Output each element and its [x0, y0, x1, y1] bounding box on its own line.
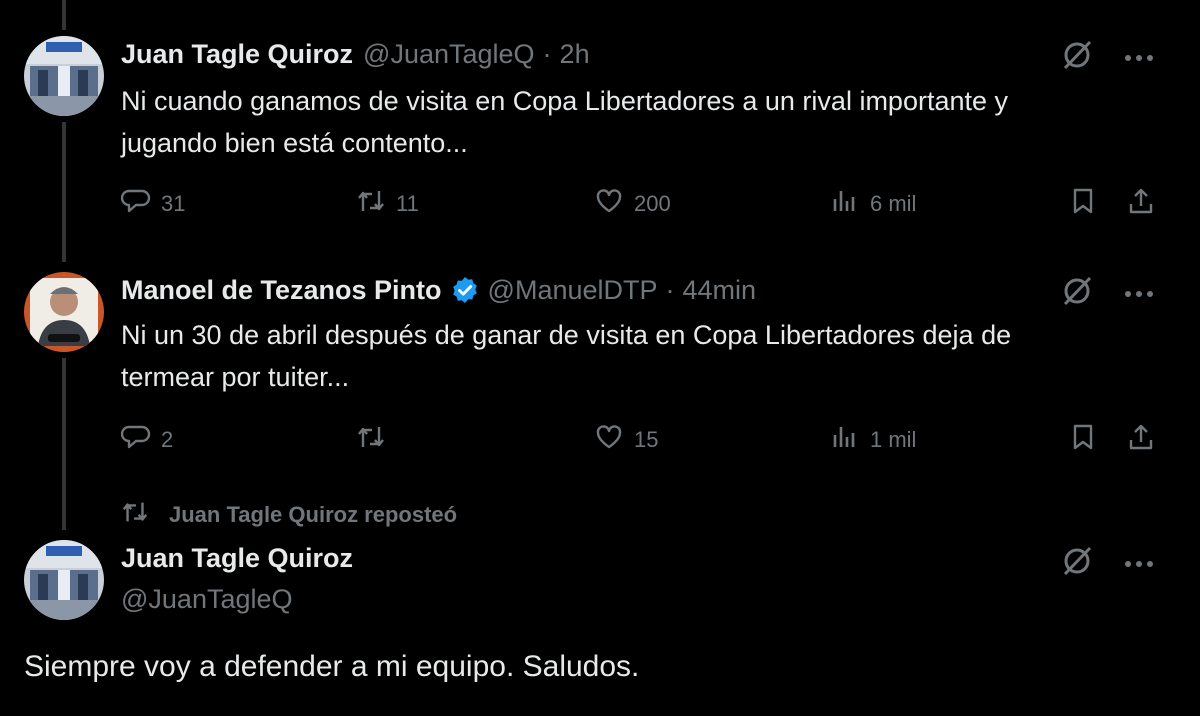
separator-dot: · — [665, 275, 675, 305]
author-handle[interactable]: @JuanTagleQ — [121, 584, 293, 615]
thread-line-top — [62, 0, 66, 30]
tweet-text-line: Ni un 30 de abril después de ganar de vi… — [121, 320, 1012, 350]
separator-dot: · — [542, 39, 552, 69]
repost-button[interactable]: 11 — [356, 186, 419, 222]
tweet-top-icons — [1060, 274, 1154, 313]
main-tweet-text: Siempre voy a defender a mi equipo. Salu… — [24, 650, 640, 683]
bookmark-icon — [1068, 186, 1098, 222]
bookmark-button[interactable] — [1068, 186, 1098, 222]
tweet-header: Manoel de Tezanos Pinto @ManuelDTP · 44m… — [121, 274, 756, 306]
author-name[interactable]: Manoel de Tezanos Pinto — [121, 274, 442, 306]
verified-badge-icon[interactable] — [450, 275, 480, 305]
views-button[interactable]: 6 mil — [830, 186, 916, 222]
tweet-actions: 2 15 1 mil — [120, 422, 1166, 462]
share-button[interactable] — [1126, 422, 1156, 458]
like-icon — [594, 422, 624, 458]
tweet-header: Juan Tagle Quiroz @JuanTagleQ · 2h — [121, 38, 590, 70]
views-icon — [830, 422, 860, 458]
views-icon — [830, 186, 860, 222]
timestamp[interactable]: 2h — [560, 38, 590, 70]
bookmark-icon — [1068, 422, 1098, 458]
more-icon[interactable] — [1124, 555, 1154, 573]
views-button[interactable]: 1 mil — [830, 422, 916, 458]
grok-icon[interactable] — [1060, 274, 1094, 313]
like-button[interactable]: 15 — [594, 422, 658, 458]
author-handle[interactable]: @ManuelDTP — [488, 274, 658, 306]
thread-line-bottom — [62, 358, 66, 530]
author-name[interactable]: Juan Tagle Quiroz — [121, 542, 353, 574]
share-button[interactable] — [1126, 186, 1156, 222]
repost-icon — [356, 422, 386, 458]
grok-icon[interactable] — [1060, 38, 1094, 77]
repost-icon — [121, 498, 149, 532]
bookmark-button[interactable] — [1068, 422, 1098, 458]
share-icon — [1126, 186, 1156, 222]
more-icon[interactable] — [1124, 285, 1154, 303]
tweet-actions: 31 11 200 6 mil — [120, 186, 1166, 226]
thread-line-middle — [62, 122, 66, 262]
like-count: 15 — [634, 427, 659, 452]
timestamp[interactable]: 44min — [683, 274, 757, 306]
reply-button[interactable]: 2 — [120, 422, 174, 458]
like-button[interactable]: 200 — [594, 186, 671, 222]
reply-count: 31 — [161, 191, 186, 216]
repost-banner-text: Juan Tagle Quiroz reposteó — [169, 502, 458, 527]
tweet-text-line: termear por tuiter... — [121, 362, 350, 392]
tweet-top-icons — [1060, 544, 1154, 583]
author-handle[interactable]: @JuanTagleQ — [363, 38, 535, 70]
avatar[interactable] — [24, 540, 104, 620]
repost-banner[interactable]: Juan Tagle Quiroz reposteó — [121, 498, 457, 532]
avatar[interactable] — [24, 36, 104, 116]
reply-icon — [120, 422, 151, 458]
tweet-text: Ni cuando ganamos de visita en Copa Libe… — [121, 80, 1161, 164]
like-count: 200 — [634, 191, 671, 216]
repost-icon — [356, 186, 386, 222]
author-name[interactable]: Juan Tagle Quiroz — [121, 38, 353, 70]
reply-count: 2 — [161, 427, 174, 452]
like-icon — [594, 186, 624, 222]
tweet-top-icons — [1060, 38, 1154, 77]
reply-button[interactable]: 31 — [120, 186, 186, 222]
views-count: 6 mil — [870, 191, 917, 216]
tweet-text-line: Ni cuando ganamos de visita en Copa Libe… — [121, 86, 1009, 116]
grok-icon[interactable] — [1060, 544, 1094, 583]
repost-count: 11 — [396, 191, 419, 216]
tweet-text-line: jugando bien está contento... — [121, 128, 468, 158]
more-icon[interactable] — [1124, 49, 1154, 67]
reply-icon — [120, 186, 151, 222]
views-count: 1 mil — [870, 427, 917, 452]
share-icon — [1126, 422, 1156, 458]
main-tweet-header: Juan Tagle Quiroz — [121, 542, 353, 574]
avatar[interactable] — [24, 272, 104, 352]
repost-button[interactable] — [356, 422, 396, 458]
tweet-text: Ni un 30 de abril después de ganar de vi… — [121, 314, 1161, 398]
